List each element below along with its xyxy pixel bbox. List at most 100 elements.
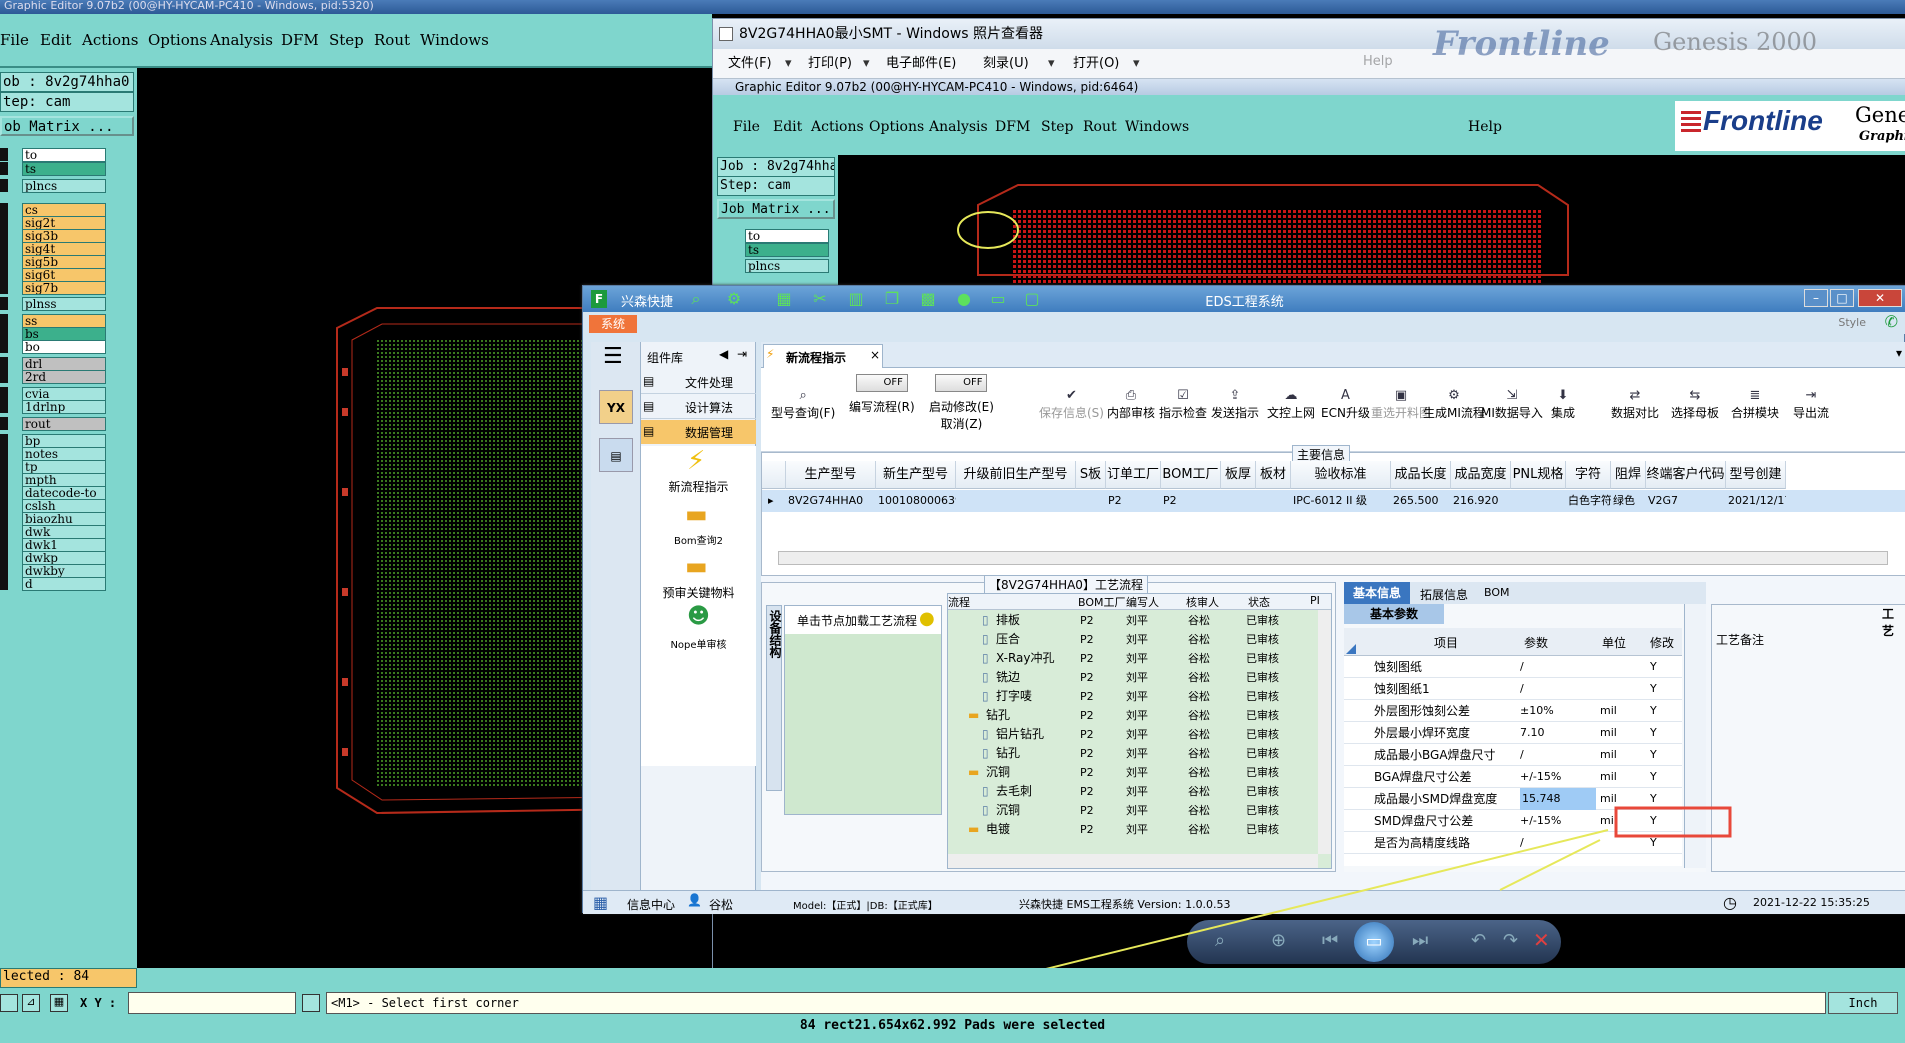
- layer-mpth[interactable]: mpth: [22, 473, 106, 487]
- grid-cell[interactable]: 265.500: [1391, 490, 1451, 512]
- layer-checkbox[interactable]: [0, 148, 8, 161]
- layer-checkbox[interactable]: [0, 242, 8, 255]
- tool-reselect-cutting[interactable]: ▣ 重选开料图: [1371, 388, 1431, 421]
- menu-windows[interactable]: Windows: [420, 31, 489, 49]
- bp-cell[interactable]: 外层最小焊环宽度: [1374, 722, 1518, 744]
- tool-ecn-upgrade[interactable]: A ECN升级: [1321, 388, 1370, 421]
- tab-basic[interactable]: 基本信息: [1344, 582, 1410, 604]
- bp-cell[interactable]: +/-15%: [1520, 766, 1596, 788]
- tab-extend[interactable]: 拓展信息: [1420, 586, 1468, 603]
- bp-cell[interactable]: 成品最小SMD焊盘宽度: [1374, 788, 1518, 810]
- layer-sig5b[interactable]: sig5b: [22, 255, 106, 269]
- new-flow-label[interactable]: 新流程指示: [641, 478, 756, 495]
- layer-checkbox[interactable]: [0, 387, 8, 400]
- layer-bo[interactable]: bo: [22, 340, 106, 354]
- grid-cell[interactable]: [1076, 490, 1106, 512]
- off-toggle[interactable]: OFF: [855, 374, 908, 392]
- bp-cell[interactable]: Y: [1650, 766, 1680, 788]
- layer-checkbox[interactable]: [0, 327, 8, 340]
- grid-col-header[interactable]: PNL规格: [1511, 461, 1566, 489]
- menu-icon[interactable]: ☰: [603, 344, 623, 369]
- grid-cell[interactable]: 216.920: [1451, 490, 1511, 512]
- bp-cell[interactable]: 外层图形蚀刻公差: [1374, 700, 1518, 722]
- folder-icon[interactable]: ▬: [685, 552, 708, 580]
- layer-checkbox[interactable]: [0, 268, 8, 281]
- material-review-label[interactable]: 预审关键物料: [641, 584, 756, 601]
- layer-checkbox[interactable]: [0, 538, 8, 551]
- layer-plncs[interactable]: plncs: [22, 179, 106, 193]
- grid-col-header[interactable]: 生产型号: [786, 461, 876, 489]
- tool-save-info[interactable]: ✔ 保存信息(S): [1039, 388, 1104, 421]
- pv-menu-print[interactable]: 打印(P): [808, 49, 852, 79]
- yx-icon[interactable]: YX: [599, 390, 633, 424]
- grid-col-header[interactable]: 板材: [1256, 461, 1291, 489]
- grid-cell[interactable]: V2G7: [1646, 490, 1726, 512]
- grid-icon[interactable]: ▦: [50, 994, 68, 1012]
- layer-checkbox[interactable]: [0, 499, 8, 512]
- grid-col-header[interactable]: 订单工厂: [1106, 461, 1161, 489]
- cancel-label[interactable]: 取消(Z): [929, 415, 994, 432]
- bp-cell[interactable]: mil: [1600, 744, 1648, 766]
- pv-menu-open-arrow[interactable]: ▾: [1133, 49, 1140, 79]
- tab-new-flow[interactable]: ⚡ 新流程指示 ×: [763, 344, 883, 368]
- bp-cell[interactable]: 蚀刻图纸1: [1374, 678, 1518, 700]
- nope-review-label[interactable]: Nope单审核: [641, 636, 756, 651]
- horizontal-scrollbar[interactable]: [778, 551, 1888, 565]
- layer-drl[interactable]: drl: [22, 357, 106, 371]
- bp-cell[interactable]: mil: [1600, 810, 1648, 832]
- layer-checkbox[interactable]: [0, 162, 8, 175]
- bp-cell[interactable]: 成品最小BGA焊盘尺寸: [1374, 744, 1518, 766]
- xy-input[interactable]: [128, 992, 296, 1014]
- layer-ts[interactable]: ts: [22, 162, 106, 176]
- bp-cell[interactable]: 是否为高精度线路: [1374, 832, 1518, 854]
- list-item[interactable]: ▯ 铝片钻孔 P2 刘平 谷松 已审核: [948, 725, 1331, 744]
- layer-dwk1[interactable]: dwk1: [22, 538, 106, 552]
- bp-cell[interactable]: BGA焊盘尺寸公差: [1374, 766, 1518, 788]
- layer-datecode-to[interactable]: datecode-to: [22, 486, 106, 500]
- layer-d[interactable]: d: [22, 577, 106, 591]
- units-inch[interactable]: Inch: [1828, 992, 1898, 1014]
- pv-menu-email[interactable]: 电子邮件(E): [886, 49, 956, 79]
- table-row[interactable]: BGA焊盘尺寸公差 +/-15% mil Y: [1344, 766, 1682, 788]
- grid-col-header[interactable]: 字符: [1566, 461, 1611, 489]
- layer-checkbox[interactable]: [0, 357, 8, 370]
- bp-cell[interactable]: Y: [1650, 678, 1680, 700]
- layer-sig2t[interactable]: sig2t: [22, 216, 106, 230]
- grid-col-header[interactable]: 成品宽度: [1451, 461, 1511, 489]
- bp-cell[interactable]: mil: [1600, 700, 1648, 722]
- tool-doc-upload[interactable]: ☁ 文控上网: [1267, 388, 1315, 421]
- folder-icon[interactable]: ▬: [685, 500, 708, 528]
- tool-send-indicator[interactable]: ⇪ 发送指示: [1211, 388, 1259, 421]
- measure-icon[interactable]: ⊿: [22, 994, 40, 1012]
- layer-dwkby[interactable]: dwkby: [22, 564, 106, 578]
- grid-col-header[interactable]: 升级前旧生产型号: [956, 461, 1076, 489]
- previous-icon[interactable]: ⏮: [1322, 930, 1338, 951]
- tab-bom[interactable]: BOM: [1484, 586, 1510, 599]
- pv-menu-print-arrow[interactable]: ▾: [863, 49, 870, 79]
- layer-2rd[interactable]: 2rd: [22, 370, 106, 384]
- bp-cell[interactable]: Y: [1650, 722, 1680, 744]
- layer-dwk[interactable]: dwk: [22, 525, 106, 539]
- table-row[interactable]: 是否为高精度线路 / Y: [1344, 832, 1682, 854]
- layer-notes[interactable]: notes: [22, 447, 106, 461]
- layer-bp[interactable]: bp: [22, 434, 106, 448]
- layer-checkbox[interactable]: [0, 473, 8, 486]
- bp-cell[interactable]: mil: [1600, 766, 1648, 788]
- layer-checkbox[interactable]: [0, 577, 8, 590]
- grid-cell[interactable]: 白色字符: [1566, 490, 1611, 512]
- maximize-button[interactable]: □: [1830, 289, 1854, 307]
- bp-cell[interactable]: 7.10: [1520, 722, 1596, 744]
- chevron-down-icon[interactable]: ▾: [1896, 346, 1902, 360]
- bp-cell[interactable]: 15.748: [1520, 788, 1596, 810]
- menu-step[interactable]: Step: [329, 31, 364, 49]
- delete-icon[interactable]: ✕: [1533, 928, 1550, 952]
- bp-cell[interactable]: Y: [1650, 744, 1680, 766]
- bp-cell[interactable]: /: [1520, 656, 1596, 678]
- layer-checkbox[interactable]: [0, 314, 8, 327]
- windows-icon[interactable]: ▦: [593, 893, 608, 912]
- list-item[interactable]: ▯ 压合 P2 刘平 谷松 已审核: [948, 630, 1331, 649]
- table-row[interactable]: 成品最小SMD焊盘宽度 15.748 mil Y: [1344, 788, 1682, 810]
- bp-cell[interactable]: Y: [1650, 700, 1680, 722]
- bp-scroll[interactable]: [1684, 604, 1706, 868]
- table-row[interactable]: 外层最小焊环宽度 7.10 mil Y: [1344, 722, 1682, 744]
